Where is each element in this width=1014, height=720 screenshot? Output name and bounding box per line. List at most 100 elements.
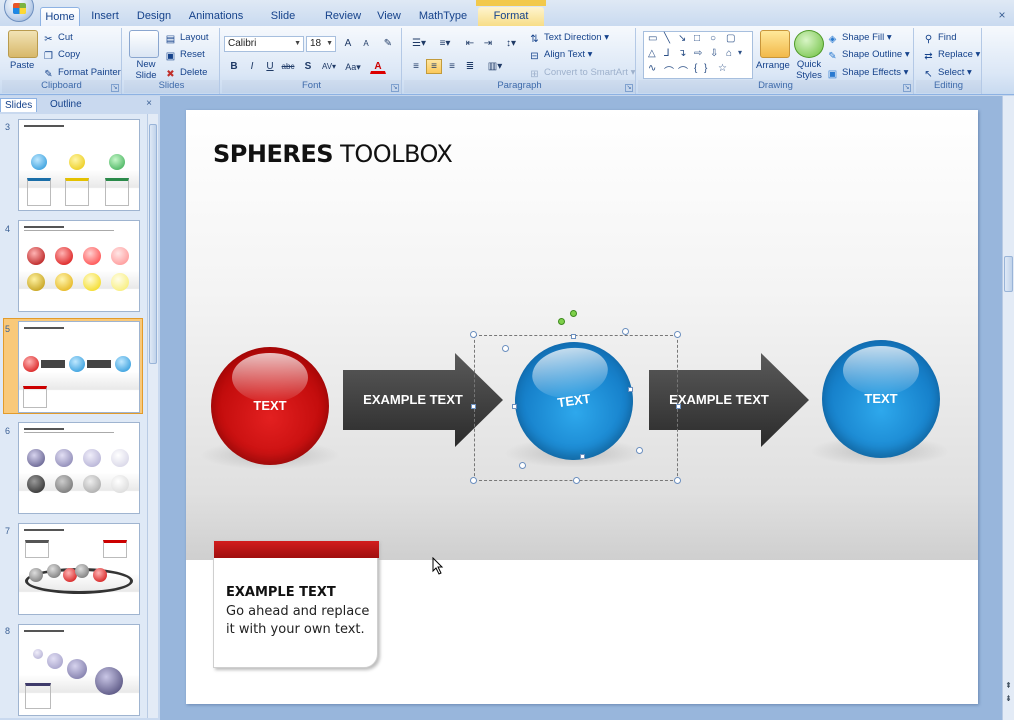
arrange-button[interactable]: Arrange — [756, 59, 790, 73]
rotate-handle[interactable] — [558, 318, 565, 325]
tab-animations[interactable]: Animations — [188, 7, 244, 26]
delete-slide-button[interactable]: ✖ Delete — [164, 66, 207, 81]
blue-sphere[interactable]: TEXT — [822, 340, 940, 458]
resize-handle[interactable] — [628, 387, 633, 392]
font-family-select[interactable]: Calibri ▼ — [224, 36, 304, 52]
shape-fill-button[interactable]: ◈ Shape Fill ▾ — [826, 31, 892, 46]
slide-title[interactable]: SPHERES TOOLBOX — [213, 140, 453, 168]
scrollbar-thumb[interactable] — [149, 124, 157, 364]
gallery-more-icon[interactable]: ▾ — [738, 48, 742, 57]
grow-font-button[interactable]: A — [340, 36, 356, 51]
shape-outline-button[interactable]: ✎ Shape Outline ▾ — [826, 48, 909, 63]
convert-smartart-button[interactable]: ⊞ Convert to SmartArt ▾ — [528, 66, 635, 81]
drawing-launcher-icon[interactable]: ↘ — [903, 84, 911, 92]
rounded-rect-shape-icon[interactable]: ▢ — [726, 33, 735, 44]
red-sphere[interactable]: TEXT — [211, 347, 329, 465]
resize-handle[interactable] — [674, 477, 681, 484]
tab-insert[interactable]: Insert — [88, 7, 122, 26]
next-slide-icon[interactable]: ⇟ — [1004, 694, 1013, 703]
line-spacing-button[interactable]: ↕▾ — [500, 36, 522, 51]
freeform-shape-icon[interactable]: ⌒ — [664, 63, 674, 78]
rotate-handle[interactable] — [570, 310, 577, 317]
select-button[interactable]: ↖ Select ▾ — [922, 66, 972, 81]
brace-left-shape-icon[interactable]: { — [694, 63, 697, 74]
increase-indent-button[interactable]: ⇥ — [480, 36, 496, 51]
curve-shape-icon[interactable]: ∿ — [648, 63, 656, 74]
columns-button[interactable]: ▥▾ — [484, 59, 506, 74]
resize-handle[interactable] — [471, 404, 476, 409]
slide-thumbnail-7[interactable] — [18, 523, 140, 615]
tab-design[interactable]: Design — [134, 7, 174, 26]
replace-button[interactable]: ⇄ Replace ▾ — [922, 48, 980, 63]
slide-thumbnail-6[interactable] — [18, 422, 140, 514]
textbox-shape-icon[interactable]: ▭ — [648, 33, 657, 44]
shrink-font-button[interactable]: A — [358, 36, 374, 51]
line-shape-icon[interactable]: ╲ — [664, 33, 670, 44]
elbow-connector-shape-icon[interactable]: ⅃ — [664, 48, 670, 59]
star-shape-icon[interactable]: ☆ — [718, 63, 727, 74]
oval-shape-icon[interactable]: ○ — [710, 33, 716, 44]
change-case-button[interactable]: Aa▾ — [342, 59, 364, 74]
rectangle-shape-icon[interactable]: □ — [694, 33, 700, 44]
bullets-button[interactable]: ☰▾ — [408, 36, 430, 51]
resize-handle[interactable] — [470, 331, 477, 338]
underline-button[interactable]: U — [262, 59, 278, 74]
previous-slide-icon[interactable]: ⇞ — [1004, 681, 1013, 690]
elbow-arrow-shape-icon[interactable]: ↴ — [678, 48, 686, 59]
resize-handle[interactable] — [580, 454, 585, 459]
font-launcher-icon[interactable]: ↘ — [391, 84, 399, 92]
strikethrough-button[interactable]: abc — [280, 59, 296, 74]
resize-handle[interactable] — [470, 477, 477, 484]
shape-effects-button[interactable]: ▣ Shape Effects ▾ — [826, 66, 909, 81]
office-button[interactable] — [4, 0, 34, 22]
arrow-line-shape-icon[interactable]: ↘ — [678, 33, 686, 44]
align-right-button[interactable]: ≡ — [444, 59, 460, 74]
tab-slides[interactable]: Slides — [0, 98, 38, 112]
font-size-select[interactable]: 18 ▼ — [306, 36, 336, 52]
text-direction-button[interactable]: ⇅ Text Direction ▾ — [528, 31, 609, 46]
cut-button[interactable]: ✂ Cut — [42, 31, 73, 46]
align-center-button[interactable]: ≡ — [426, 59, 442, 74]
paste-button[interactable]: Paste — [10, 59, 34, 73]
justify-button[interactable]: ≣ — [462, 59, 478, 74]
align-left-button[interactable]: ≡ — [408, 59, 424, 74]
brace-right-shape-icon[interactable]: } — [704, 63, 707, 74]
format-painter-button[interactable]: ✎ Format Painter — [42, 66, 121, 81]
slide-thumbnail-3[interactable] — [18, 119, 140, 211]
resize-handle[interactable] — [636, 447, 643, 454]
italic-button[interactable]: I — [244, 59, 260, 74]
reset-button[interactable]: ▣ Reset — [164, 48, 205, 63]
arc-shape-icon[interactable]: ⌒ — [678, 63, 688, 78]
slide-canvas[interactable]: SPHERES TOOLBOX TEXT EXAMPLE TEXT TEXT E… — [186, 110, 978, 704]
right-arrow-shape-icon[interactable]: ⇨ — [694, 48, 702, 59]
close-panel-icon[interactable]: × — [146, 98, 152, 109]
callout-shape-icon[interactable]: ⌂ — [726, 48, 732, 59]
new-slide-button[interactable]: New Slide — [130, 59, 162, 81]
resize-handle[interactable] — [573, 477, 580, 484]
tab-review[interactable]: Review — [324, 7, 362, 26]
slide-thumbnail-5[interactable] — [18, 321, 140, 413]
layout-button[interactable]: ▤ Layout — [164, 31, 209, 46]
tab-slide-show[interactable]: Slide Show — [256, 7, 310, 40]
tab-mathtype[interactable]: MathType — [418, 7, 468, 26]
shapes-gallery[interactable]: ▭ ╲ ↘ □ ○ ▢ △ ⅃ ↴ ⇨ ⇩ ⌂ ∿ ⌒ ⌒ { } ☆ ▾ — [643, 31, 753, 79]
find-button[interactable]: ⚲ Find — [922, 31, 957, 46]
resize-handle[interactable] — [502, 345, 509, 352]
resize-handle[interactable] — [674, 331, 681, 338]
tab-home[interactable]: Home — [40, 7, 80, 26]
close-ribbon-icon[interactable]: × — [996, 9, 1008, 21]
resize-handle[interactable] — [571, 334, 576, 339]
tab-format[interactable]: Format — [478, 7, 544, 26]
down-arrow-shape-icon[interactable]: ⇩ — [710, 48, 718, 59]
char-spacing-button[interactable]: AV▾ — [318, 59, 340, 74]
font-color-button[interactable]: A — [370, 59, 386, 74]
text-shadow-button[interactable]: S — [300, 59, 316, 74]
slides-panel-scrollbar[interactable] — [147, 114, 158, 718]
clear-formatting-button[interactable]: ✎ — [380, 36, 396, 51]
decrease-indent-button[interactable]: ⇤ — [462, 36, 478, 51]
triangle-shape-icon[interactable]: △ — [648, 48, 656, 59]
copy-button[interactable]: ❐ Copy — [42, 48, 80, 63]
resize-handle[interactable] — [519, 462, 526, 469]
slide-thumbnail-4[interactable] — [18, 220, 140, 312]
resize-handle[interactable] — [622, 328, 629, 335]
